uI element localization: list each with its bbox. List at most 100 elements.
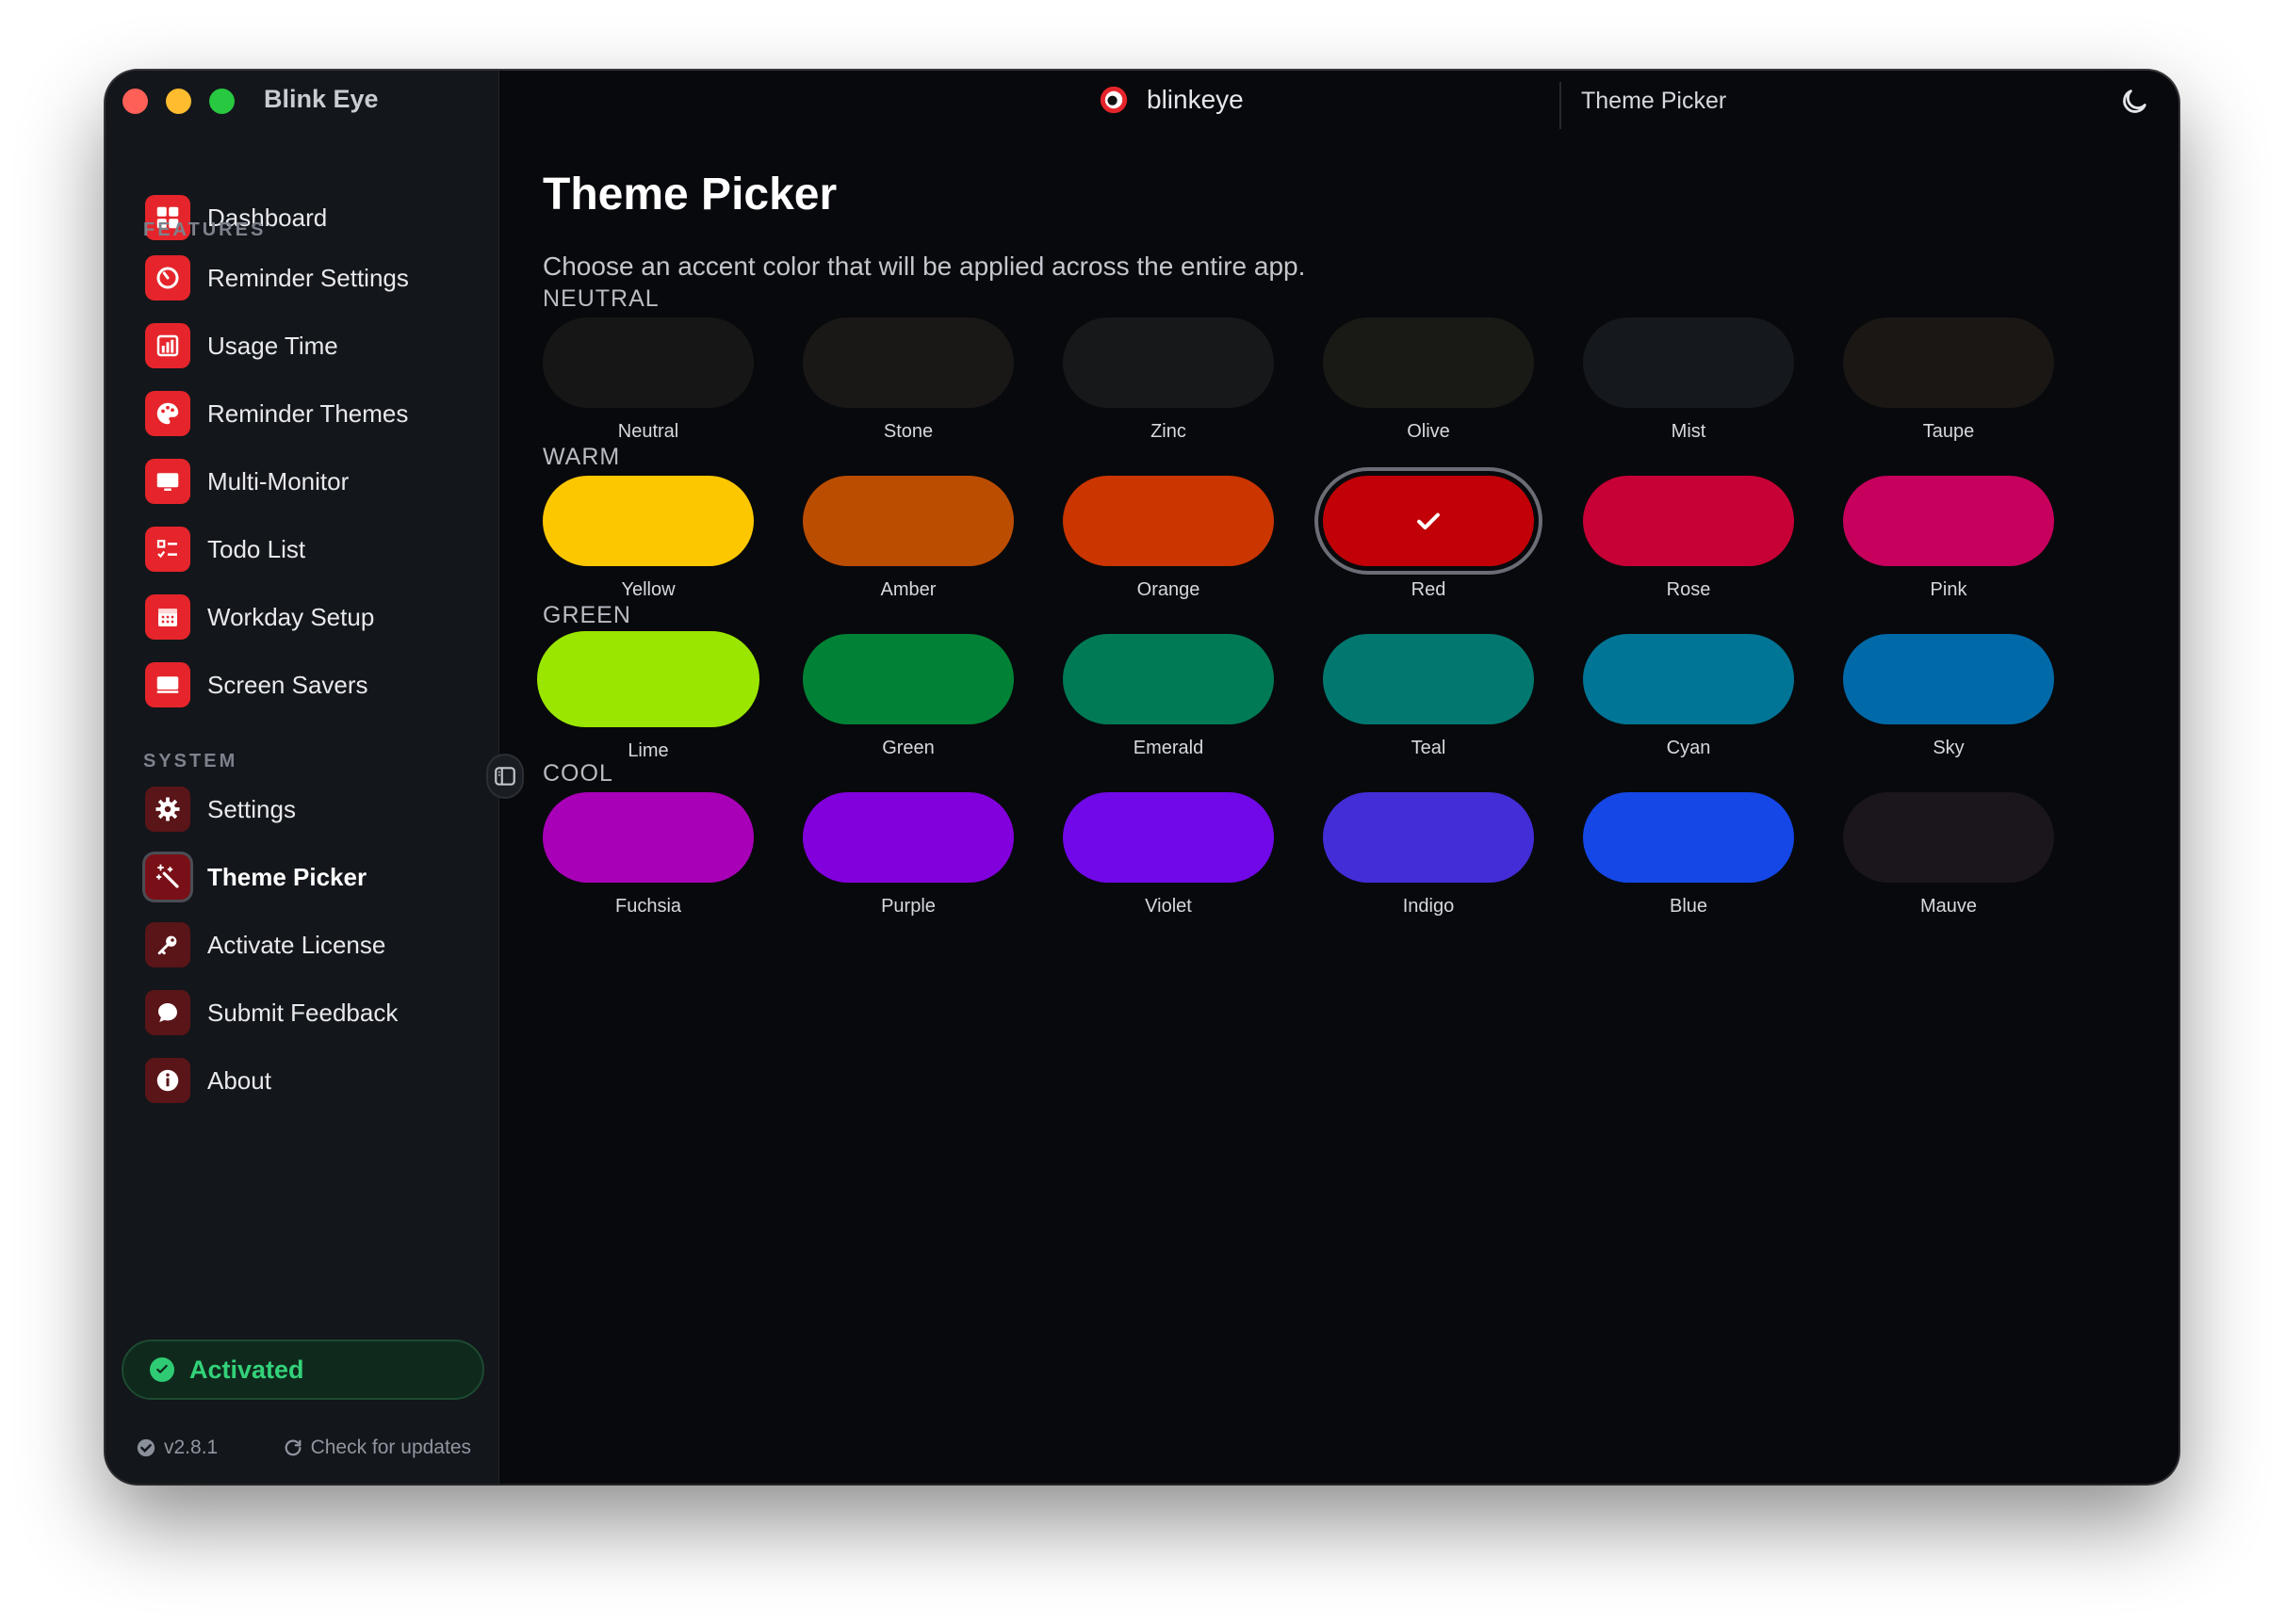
swatch-fuchsia[interactable]: Fuchsia	[518, 792, 778, 918]
swatch-purple[interactable]: Purple	[778, 792, 1038, 918]
swatch-mauve[interactable]: Mauve	[1819, 792, 2079, 918]
swatch-orange[interactable]: Orange	[1038, 476, 1298, 601]
swatch-label: Amber	[880, 579, 937, 600]
color-pill[interactable]	[543, 317, 754, 408]
swatch-taupe[interactable]: Taupe	[1819, 317, 2079, 443]
color-pill[interactable]	[1323, 317, 1534, 408]
swatch-olive[interactable]: Olive	[1298, 317, 1558, 443]
info-icon	[145, 1058, 190, 1103]
license-status-badge: Activated	[122, 1340, 484, 1400]
sidebar-item-usage-time[interactable]: Usage Time	[138, 317, 467, 374]
maximize-window-button[interactable]	[209, 89, 235, 114]
sidebar-item-settings[interactable]: Settings	[138, 781, 467, 837]
color-pill[interactable]	[1063, 317, 1274, 408]
color-pill[interactable]	[1843, 317, 2054, 408]
color-pill[interactable]	[1323, 634, 1534, 724]
swatch-sky[interactable]: Sky	[1819, 634, 2079, 759]
sidebar-item-label: Reminder Settings	[207, 263, 409, 292]
swatch-rose[interactable]: Rose	[1558, 476, 1819, 601]
color-pill[interactable]	[1063, 476, 1274, 566]
sidebar-item-label: About	[207, 1065, 271, 1095]
color-pill[interactable]	[1323, 792, 1534, 883]
swatch-label: Lime	[628, 740, 669, 761]
swatch-yellow[interactable]: Yellow	[518, 476, 778, 601]
sidebar: Blink Eye Dashboard FEATURES Reminder Se…	[106, 71, 499, 1484]
swatch-stone[interactable]: Stone	[778, 317, 1038, 443]
swatch-label: Rose	[1666, 579, 1711, 600]
dark-mode-toggle[interactable]	[2118, 86, 2150, 122]
color-pill[interactable]	[1583, 634, 1794, 724]
color-pill[interactable]	[537, 631, 759, 727]
swatch-neutral[interactable]: Neutral	[518, 317, 778, 443]
color-pill[interactable]	[1323, 476, 1534, 566]
color-pill[interactable]	[1843, 792, 2054, 883]
check-circle-icon	[150, 1357, 174, 1382]
swatch-amber[interactable]: Amber	[778, 476, 1038, 601]
swatch-label: Yellow	[621, 579, 676, 600]
color-pill[interactable]	[1583, 317, 1794, 408]
color-pill[interactable]	[1843, 634, 2054, 724]
swatch-label: Green	[882, 738, 935, 758]
color-pill[interactable]	[803, 476, 1014, 566]
color-pill[interactable]	[543, 476, 754, 566]
moon-icon	[2123, 89, 2146, 113]
color-pill[interactable]	[1063, 792, 1274, 883]
color-pill[interactable]	[1843, 476, 2054, 566]
swatch-red[interactable]: Red	[1298, 476, 1558, 601]
sidebar-item-submit-feedback[interactable]: Submit Feedback	[138, 984, 467, 1041]
color-pill[interactable]	[803, 634, 1014, 724]
color-pill[interactable]	[1063, 634, 1274, 724]
sidebar-item-theme-picker[interactable]: Theme Picker	[138, 849, 467, 905]
swatch-lime[interactable]: Lime	[518, 631, 778, 762]
color-pill[interactable]	[803, 792, 1014, 883]
checkmark-icon	[1417, 512, 1440, 530]
app-window: Blink Eye Dashboard FEATURES Reminder Se…	[106, 71, 2178, 1484]
color-pill[interactable]	[1583, 792, 1794, 883]
sidebar-item-reminder-settings[interactable]: Reminder Settings	[138, 250, 467, 306]
sidebar-item-label: Screen Savers	[207, 670, 368, 699]
color-pill[interactable]	[543, 792, 754, 883]
sidebar-item-label: Workday Setup	[207, 602, 375, 631]
sidebar-item-todo-list[interactable]: Todo List	[138, 521, 467, 577]
swatch-teal[interactable]: Teal	[1298, 634, 1558, 759]
swatch-green[interactable]: Green	[778, 634, 1038, 759]
sidebar-item-about[interactable]: About	[138, 1052, 467, 1109]
swatch-emerald[interactable]: Emerald	[1038, 634, 1298, 759]
calendar-icon	[145, 594, 190, 640]
check-for-updates-button[interactable]: Check for updates	[283, 1437, 471, 1459]
swatch-label: Purple	[881, 896, 936, 917]
swatch-label: Sky	[1933, 738, 1965, 758]
page-description: Choose an accent color that will be appl…	[543, 252, 1306, 281]
monitor-icon	[145, 459, 190, 504]
brand: blinkeye	[1098, 84, 1244, 116]
sidebar-item-screen-savers[interactable]: Screen Savers	[138, 657, 467, 713]
magic-wand-icon	[145, 854, 190, 900]
minimize-window-button[interactable]	[166, 89, 191, 114]
sidebar-item-label: Settings	[207, 794, 296, 823]
sidebar-item-multi-monitor[interactable]: Multi-Monitor	[138, 453, 467, 510]
close-window-button[interactable]	[122, 89, 148, 114]
swatch-cyan[interactable]: Cyan	[1558, 634, 1819, 759]
swatch-label: Indigo	[1402, 896, 1455, 917]
swatch-blue[interactable]: Blue	[1558, 792, 1819, 918]
sidebar-footer: v2.8.1 Check for updates	[136, 1437, 471, 1459]
sidebar-item-activate-license[interactable]: Activate License	[138, 917, 467, 973]
swatch-label: Blue	[1669, 896, 1708, 917]
swatch-violet[interactable]: Violet	[1038, 792, 1298, 918]
sidebar-item-workday-setup[interactable]: Workday Setup	[138, 589, 467, 645]
swatch-zinc[interactable]: Zinc	[1038, 317, 1298, 443]
sidebar-item-label: Multi-Monitor	[207, 466, 350, 495]
sidebar-item-reminder-themes[interactable]: Reminder Themes	[138, 385, 467, 442]
main-content: Theme Picker Choose an accent color that…	[499, 133, 2178, 1484]
app-name: Blink Eye	[264, 85, 379, 113]
color-pill[interactable]	[803, 317, 1014, 408]
swatch-indigo[interactable]: Indigo	[1298, 792, 1558, 918]
swatch-pink[interactable]: Pink	[1819, 476, 2079, 601]
color-pill[interactable]	[1583, 476, 1794, 566]
brand-name: blinkeye	[1147, 85, 1244, 114]
group-label-green: GREEN	[543, 602, 631, 628]
swatch-mist[interactable]: Mist	[1558, 317, 1819, 443]
swatch-label: Emerald	[1133, 738, 1204, 758]
swatch-label: Red	[1411, 579, 1446, 600]
swatch-label: Mist	[1671, 421, 1706, 442]
